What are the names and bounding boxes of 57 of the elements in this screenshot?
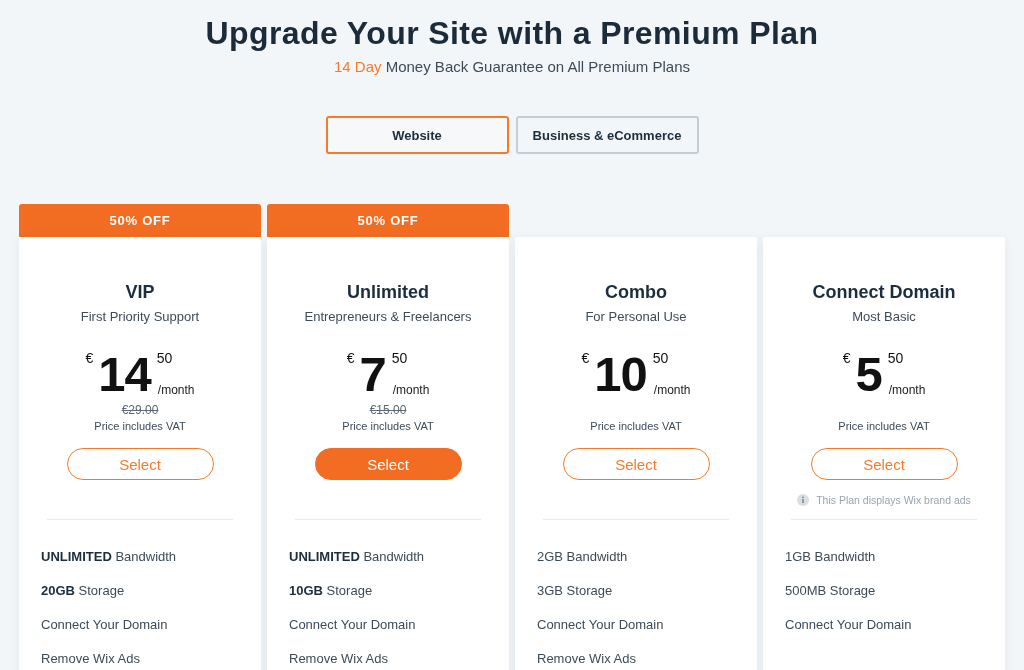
price-amount: 14 xyxy=(98,350,151,398)
plan-name: Combo xyxy=(605,281,667,304)
guarantee-subtitle: 14 Day Money Back Guarantee on All Premium Plans xyxy=(334,58,690,76)
ads-note: This Plan displays Wix brand ads xyxy=(816,493,971,507)
vat-note: Price includes VAT xyxy=(342,419,434,434)
currency-symbol: € xyxy=(346,350,355,366)
price-period: /month xyxy=(157,382,195,398)
feature-item: Remove Wix Ads xyxy=(537,651,636,667)
info-icon xyxy=(797,494,810,506)
plan-tagline: Entrepreneurs & Freelancers xyxy=(304,308,472,326)
feature-item: 10GB Storage xyxy=(289,583,373,599)
price-period: /month xyxy=(653,382,691,398)
discount-banner: 50% OFF xyxy=(267,204,509,237)
feature-item: Connect Your Domain xyxy=(289,617,416,633)
discount-banner: 50% OFF xyxy=(19,204,261,237)
vat-note: Price includes VAT xyxy=(838,419,930,434)
price-period: /month xyxy=(392,382,430,398)
price-cents: 50 xyxy=(652,350,670,366)
plan-type-tab[interactable]: Business & eCommerce xyxy=(515,116,699,154)
feature-item: 1GB Bandwidth xyxy=(785,549,876,565)
select-button[interactable]: Select xyxy=(314,448,462,480)
plan-type-tab[interactable]: Website xyxy=(325,116,509,154)
plan-name: VIP xyxy=(125,281,155,304)
select-button[interactable]: Select xyxy=(66,448,214,480)
currency-symbol: € xyxy=(85,350,94,366)
price-cents: 50 xyxy=(391,350,409,366)
price-amount: 5 xyxy=(855,350,882,398)
plan-name: Unlimited xyxy=(347,281,429,304)
plan-name: Connect Domain xyxy=(812,281,956,304)
price-cents: 50 xyxy=(887,350,905,366)
currency-symbol: € xyxy=(581,350,590,366)
feature-item: 3GB Storage xyxy=(537,583,613,599)
currency-symbol: € xyxy=(842,350,851,366)
feature-item: Remove Wix Ads xyxy=(41,651,140,667)
select-button[interactable]: Select xyxy=(562,448,710,480)
plan-tagline: First Priority Support xyxy=(80,308,200,326)
vat-note: Price includes VAT xyxy=(590,419,682,434)
plan-tagline: For Personal Use xyxy=(585,308,687,326)
feature-item: Connect Your Domain xyxy=(41,617,168,633)
select-button[interactable]: Select xyxy=(810,448,958,480)
feature-item: 500MB Storage xyxy=(785,583,876,599)
page-title: Upgrade Your Site with a Premium Plan xyxy=(205,14,819,52)
old-price: €15.00 xyxy=(369,403,407,417)
price-amount: 10 xyxy=(594,350,647,398)
feature-item: 2GB Bandwidth xyxy=(537,549,628,565)
plan-tagline: Most Basic xyxy=(852,308,916,326)
feature-item: 20GB Storage xyxy=(41,583,125,599)
feature-item: UNLIMITED Bandwidth xyxy=(41,549,177,565)
old-price: €29.00 xyxy=(121,403,159,417)
price-cents: 50 xyxy=(156,350,174,366)
feature-item: Remove Wix Ads xyxy=(289,651,388,667)
vat-note: Price includes VAT xyxy=(94,419,186,434)
price-period: /month xyxy=(888,382,926,398)
feature-item: Connect Your Domain xyxy=(537,617,664,633)
feature-item: UNLIMITED Bandwidth xyxy=(289,549,425,565)
price-amount: 7 xyxy=(359,350,386,398)
feature-item: Connect Your Domain xyxy=(785,617,912,633)
